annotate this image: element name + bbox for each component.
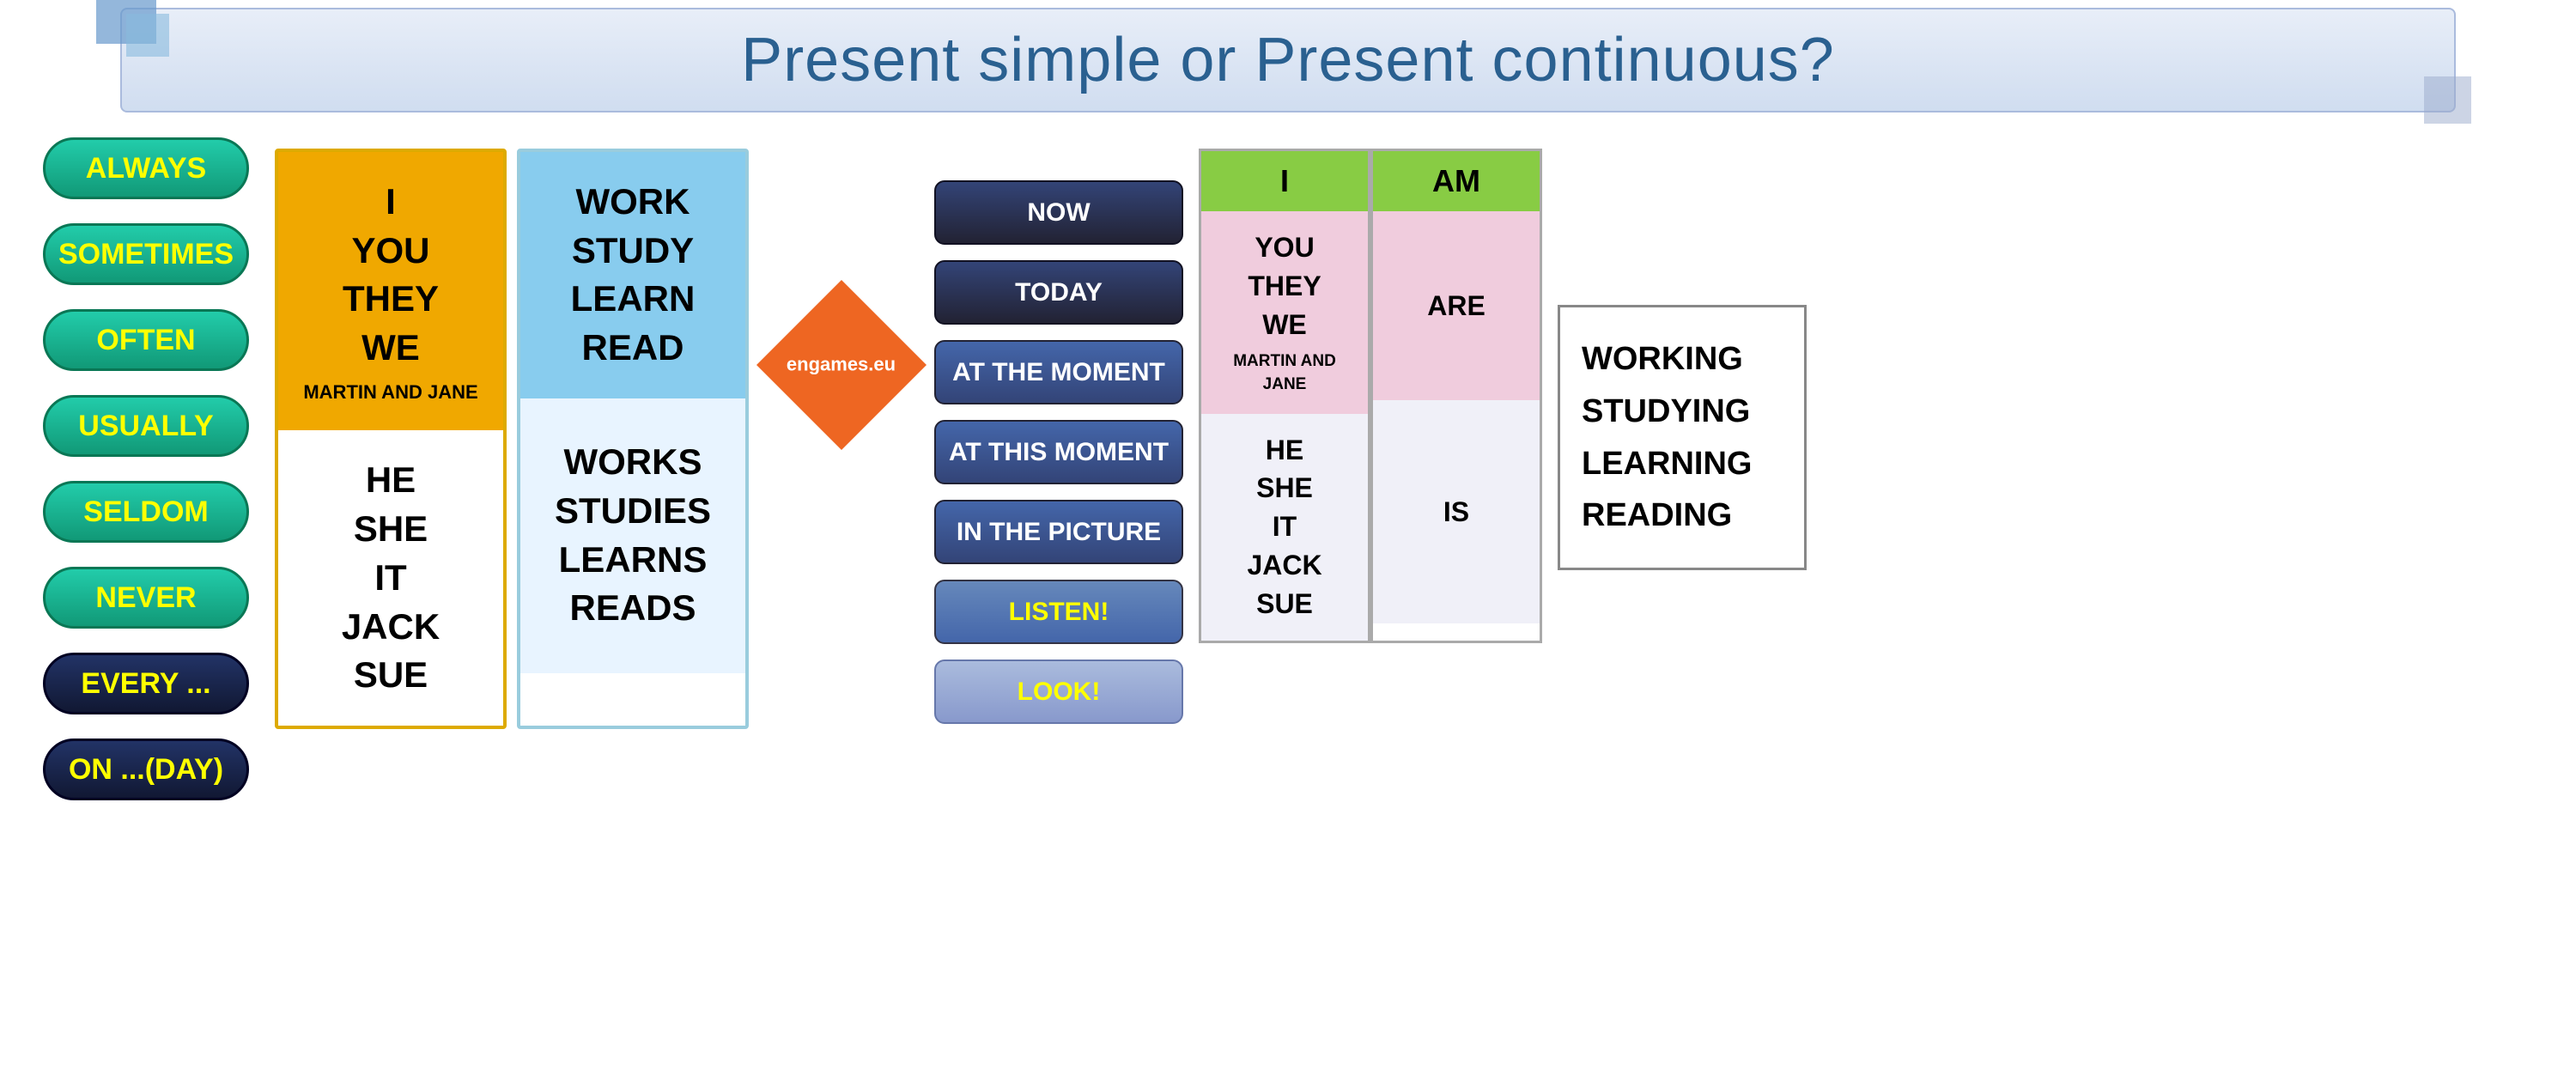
conj-header-i: I bbox=[1201, 151, 1368, 211]
subjects-top: I YOU THEY WE bbox=[343, 178, 439, 373]
time-at-the-moment[interactable]: AT THE MOMENT bbox=[934, 340, 1183, 404]
verb-box-top: WORK STUDY LEARN READ bbox=[520, 152, 745, 398]
verbs-bottom: WORKS STUDIES LEARNS READS bbox=[555, 438, 711, 633]
conj-martin-jane: MARTIN AND JANE bbox=[1210, 350, 1359, 396]
conj-are: ARE bbox=[1427, 287, 1485, 325]
conj-top-subjects: YOU THEY WE bbox=[1248, 228, 1321, 343]
deco-square-br bbox=[2424, 76, 2471, 124]
conj-col-subject: I YOU THEY WE MARTIN AND JANE HE SHE IT … bbox=[1199, 149, 1370, 643]
time-listen[interactable]: LISTEN! bbox=[934, 580, 1183, 644]
subject-box: I YOU THEY WE MARTIN AND JANE HE SHE IT … bbox=[275, 149, 507, 729]
diamond-text: engames.eu bbox=[787, 353, 896, 378]
conj-body-top-subjects: YOU THEY WE MARTIN AND JANE bbox=[1201, 211, 1368, 414]
deco-square-tl2 bbox=[126, 14, 169, 57]
adverb-sometimes[interactable]: SOMETIMES bbox=[43, 223, 249, 285]
subjects-bottom: HE SHE IT JACK SUE bbox=[342, 456, 440, 699]
verb-box-bottom: WORKS STUDIES LEARNS READS bbox=[520, 398, 745, 673]
verb-forms-text: WORKING STUDYING LEARNING READING bbox=[1582, 341, 1752, 533]
conj-body-bottom-subjects: HE SHE IT JACK SUE bbox=[1201, 414, 1368, 641]
verb-box: WORK STUDY LEARN READ WORKS STUDIES LEAR… bbox=[517, 149, 749, 729]
header-area: Present simple or Present continuous? bbox=[120, 9, 2456, 112]
conj-col-verb: AM ARE IS bbox=[1370, 149, 1542, 643]
adverb-on-day[interactable]: ON ...(DAY) bbox=[43, 739, 249, 800]
time-look[interactable]: LOOK! bbox=[934, 660, 1183, 724]
conj-bottom-subjects: HE SHE IT JACK SUE bbox=[1247, 431, 1321, 623]
header-banner: Present simple or Present continuous? bbox=[120, 8, 2456, 112]
time-today[interactable]: TODAY bbox=[934, 260, 1183, 325]
verbs-top: WORK STUDY LEARN READ bbox=[571, 178, 696, 373]
adverb-often[interactable]: OFTEN bbox=[43, 309, 249, 371]
diamond-wrapper: engames.eu bbox=[764, 288, 919, 442]
adverb-always[interactable]: ALWAYS bbox=[43, 137, 249, 199]
diamond-shape: engames.eu bbox=[756, 280, 927, 450]
conjugation-table: I YOU THEY WE MARTIN AND JANE HE SHE IT … bbox=[1199, 149, 1542, 643]
time-now[interactable]: NOW bbox=[934, 180, 1183, 245]
page-title: Present simple or Present continuous? bbox=[741, 26, 1835, 94]
time-expressions-column: NOW TODAY AT THE MOMENT AT THIS MOMENT I… bbox=[934, 180, 1183, 724]
adverb-usually[interactable]: USUALLY bbox=[43, 395, 249, 457]
conj-body-bottom-is: IS bbox=[1373, 400, 1540, 623]
adverb-never[interactable]: NEVER bbox=[43, 567, 249, 629]
adverb-seldom[interactable]: SELDOM bbox=[43, 481, 249, 543]
martin-jane-label: MARTIN AND JANE bbox=[303, 380, 477, 405]
adverb-every[interactable]: EVERY ... bbox=[43, 653, 249, 714]
conj-body-top-are: ARE bbox=[1373, 211, 1540, 400]
verb-forms-box: WORKING STUDYING LEARNING READING bbox=[1558, 305, 1807, 570]
subject-box-bottom: HE SHE IT JACK SUE bbox=[278, 430, 503, 725]
adverbs-column: ALWAYS SOMETIMES OFTEN USUALLY SELDOM NE… bbox=[43, 137, 249, 800]
conj-is: IS bbox=[1443, 493, 1469, 532]
time-at-this-moment[interactable]: AT THIS MOMENT bbox=[934, 420, 1183, 484]
conj-header-am: AM bbox=[1373, 151, 1540, 211]
time-in-the-picture[interactable]: IN THE PICTURE bbox=[934, 500, 1183, 564]
subject-verb-group: I YOU THEY WE MARTIN AND JANE HE SHE IT … bbox=[275, 149, 749, 729]
subject-box-top: I YOU THEY WE MARTIN AND JANE bbox=[278, 152, 503, 430]
